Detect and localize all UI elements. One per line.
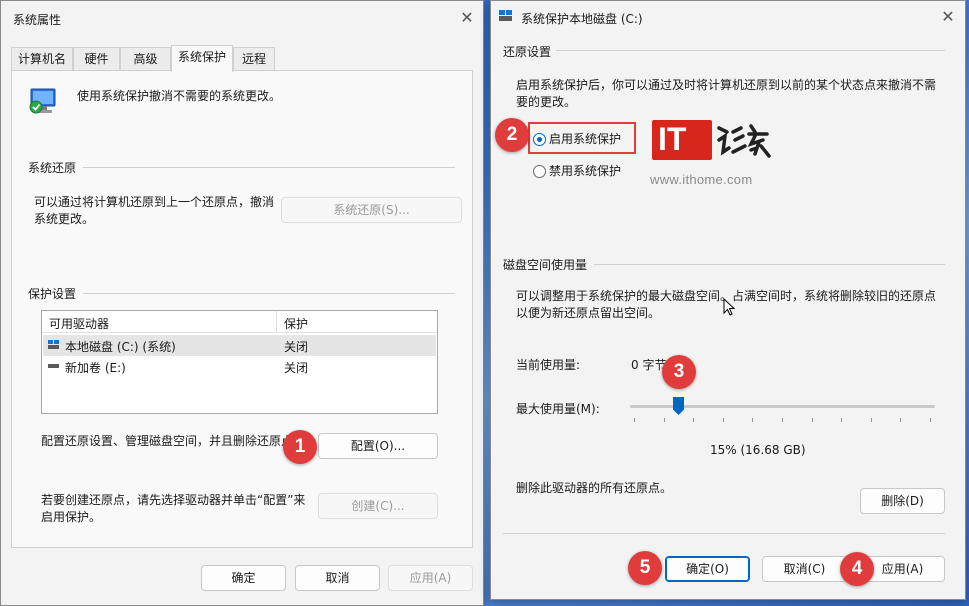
divider [83,293,455,294]
logo-it-glyph: IT [658,121,687,157]
current-usage-label: 当前使用量: [516,358,581,372]
drive-row-c[interactable]: 本地磁盘 (C:) (系统) 关闭 [43,335,436,356]
slider-tick [811,418,813,422]
close-icon[interactable]: ✕ [937,6,959,28]
slider-tick [722,418,724,422]
window-title: 系统属性 [13,13,62,27]
max-usage-label: 最大使用量(M): [516,402,600,416]
slider-tick [841,418,843,422]
column-protection[interactable]: 保护 [284,315,308,332]
drive-row-e[interactable]: 新加卷 (E:) 关闭 [43,356,436,377]
configure-description: 配置还原设置、管理磁盘空间，并且删除还原点。 [41,434,306,448]
tab-system-protection[interactable]: 系统保护 [171,45,233,72]
tab-panel [11,70,473,548]
divider [556,50,945,51]
slider-tick [900,418,902,422]
protection-settings-heading: 保护设置 [28,287,77,301]
slider-tick [693,418,695,422]
watermark-url: www.ithome.com [650,172,753,187]
configure-button[interactable]: 配置(O)... [318,433,438,459]
step-marker-5: 5 [628,551,662,585]
max-usage-value: 15% (16.68 GB) [710,443,806,457]
tab-computer-name[interactable]: 计算机名 [11,47,73,71]
system-drive-icon [48,340,59,349]
intro-text: 使用系统保护撤消不需要的系统更改。 [77,89,282,103]
restore-settings-description: 启用系统保护后，你可以通过及时将计算机还原到以前的某个状态点来撤消不需要的更改。 [516,78,937,109]
tab-hardware[interactable]: 硬件 [73,47,120,71]
divider [594,264,945,265]
list-header: 可用驱动器 保护 [42,311,437,333]
step-marker-3: 3 [662,355,696,389]
divider [83,167,455,168]
system-restore-description: 可以通过将计算机还原到上一个还原点，撤消系统更改。 [34,195,275,226]
delete-description: 删除此驱动器的所有还原点。 [516,481,673,495]
divider [503,533,945,534]
slider-tick [870,418,872,422]
ithome-logo: IT www.ithome.com [650,120,777,190]
drive-name: 本地磁盘 (C:) (系统) [65,340,176,354]
enable-protection-radio[interactable] [533,133,546,146]
drive-name: 新加卷 (E:) [65,361,126,375]
delete-button[interactable]: 删除(D) [860,488,945,514]
disable-protection-radio[interactable] [533,165,546,178]
create-button[interactable]: 创建(C)... [318,493,438,519]
ok-button[interactable]: 确定 [201,565,286,591]
cancel-button[interactable]: 取消 [295,565,380,591]
step-marker-2: 2 [495,118,529,152]
title-bar: 系统属性 ✕ [1,1,483,35]
apply-button[interactable]: 应用(A) [388,565,473,591]
disk-usage-heading: 磁盘空间使用量 [503,258,588,272]
drive-icon [48,364,59,368]
step-marker-1: 1 [283,430,317,464]
system-restore-heading: 系统还原 [28,161,77,175]
system-properties-window: 系统属性 ✕ 计算机名 硬件 高级 系统保护 远程 使用系统保护撤消不需要的系统… [0,0,484,606]
close-icon[interactable]: ✕ [456,7,478,29]
drive-protection-status: 关闭 [284,340,309,354]
step-marker-4: 4 [840,552,874,586]
logo-badge: IT [652,120,712,160]
slider-tick [663,418,665,422]
create-description: 若要创建还原点，请先选择驱动器并单击“配置”来启用保护。 [41,493,306,524]
mouse-cursor-icon [723,298,735,316]
drive-title-icon [499,10,512,21]
column-available-drives[interactable]: 可用驱动器 [49,315,109,332]
slider-tick [634,418,635,422]
slider-tick [752,418,754,422]
disable-protection-label[interactable]: 禁用系统保护 [549,163,621,180]
system-restore-button[interactable]: 系统还原(S)... [281,197,462,223]
logo-chinese-glyph [717,124,771,158]
tab-remote[interactable]: 远程 [233,47,275,71]
restore-settings-heading: 还原设置 [503,45,552,59]
system-protection-icon [29,88,56,114]
drive-protection-status: 关闭 [284,361,309,375]
drive-list[interactable]: 可用驱动器 保护 本地磁盘 (C:) (系统) 关闭 新加卷 (E:) 关闭 [41,310,438,414]
dialog-title: 系统保护本地磁盘 (C:) [521,12,643,26]
column-separator [276,311,277,333]
slider-tick [782,418,783,422]
enable-protection-label[interactable]: 启用系统保护 [549,131,621,148]
cancel-button[interactable]: 取消(C) [762,556,847,582]
tab-advanced[interactable]: 高级 [120,47,171,71]
slider-tick [930,418,931,422]
ok-button[interactable]: 确定(O) [665,556,750,582]
